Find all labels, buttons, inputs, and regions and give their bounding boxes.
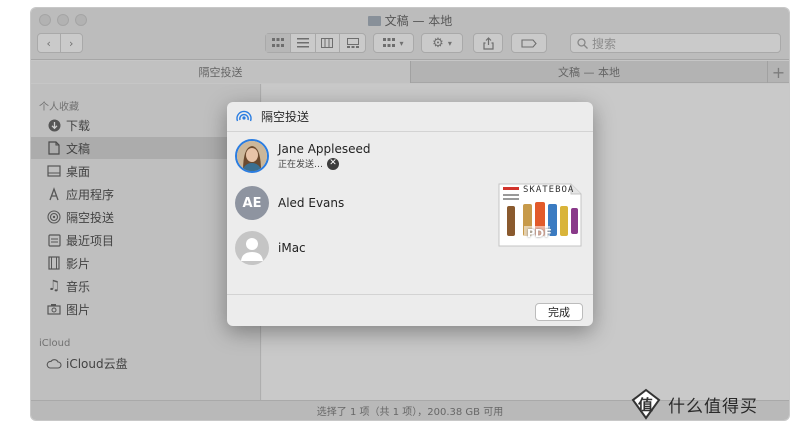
pdf-badge: PDF	[527, 227, 552, 240]
avatar	[235, 139, 269, 173]
done-button[interactable]: 完成	[535, 303, 583, 321]
airdrop-icon	[236, 110, 252, 121]
avatar	[235, 231, 269, 265]
avatar: AE	[235, 186, 269, 220]
generic-user-icon	[241, 238, 263, 261]
sheet-footer-divider	[227, 294, 593, 295]
watermark: 值 什么值得买	[630, 388, 758, 420]
document-header-text: SKATEBOA	[523, 185, 575, 195]
recipient-name: Jane Appleseed	[278, 142, 371, 156]
pdf-document-thumbnail: SKATEBOA PDF	[497, 182, 583, 248]
recipient-jane-appleseed[interactable]: Jane Appleseed 正在发送… ✕	[235, 139, 371, 173]
sheet-header: 隔空投送	[227, 102, 593, 132]
recipient-name: iMac	[278, 241, 306, 255]
cancel-send-icon[interactable]: ✕	[327, 157, 340, 170]
recipient-aled-evans[interactable]: AE Aled Evans	[235, 186, 344, 220]
person-photo-icon	[237, 141, 267, 171]
recipient-imac[interactable]: iMac	[235, 231, 306, 265]
airdrop-sheet: 隔空投送 Jane Appleseed 正在发送… ✕ AE Aled Evan…	[227, 102, 593, 326]
watermark-text: 什么值得买	[668, 396, 758, 417]
watermark-logo-glyph: 值	[638, 396, 654, 414]
sending-status: 正在发送…	[278, 160, 324, 170]
avatar-initials: AE	[242, 195, 262, 211]
recipient-name: Aled Evans	[278, 196, 345, 210]
sheet-title: 隔空投送	[261, 110, 310, 124]
